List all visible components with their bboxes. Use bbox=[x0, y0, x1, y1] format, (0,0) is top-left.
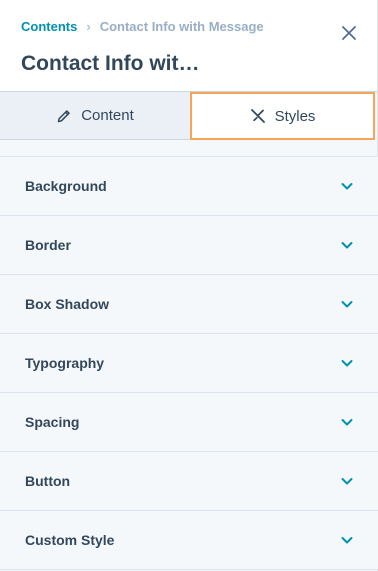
pencil-icon bbox=[56, 108, 72, 124]
section-label: Box Shadow bbox=[25, 296, 110, 312]
tab-styles[interactable]: Styles bbox=[190, 92, 375, 140]
breadcrumb: Contents › Contact Info with Message bbox=[21, 19, 264, 34]
editor-tabs: Content Styles bbox=[0, 92, 378, 140]
breadcrumb-separator: › bbox=[86, 19, 91, 34]
panel-header: Contents › Contact Info with Message Con… bbox=[0, 0, 377, 92]
section-label: Spacing bbox=[25, 414, 80, 430]
section-background[interactable]: Background bbox=[0, 157, 378, 216]
section-border[interactable]: Border bbox=[0, 216, 378, 275]
section-label: Button bbox=[25, 473, 71, 489]
chevron-down-icon bbox=[340, 533, 354, 547]
brush-icon bbox=[250, 108, 266, 124]
style-sections-list: Background Border Box Shadow Typography … bbox=[0, 156, 378, 570]
section-label: Border bbox=[25, 237, 71, 253]
tab-content[interactable]: Content bbox=[0, 92, 190, 140]
section-button[interactable]: Button bbox=[0, 452, 378, 511]
section-label: Background bbox=[25, 178, 107, 194]
tab-content-label: Content bbox=[81, 107, 134, 124]
breadcrumb-contents-link[interactable]: Contents bbox=[21, 19, 77, 34]
close-button[interactable] bbox=[340, 24, 358, 42]
close-icon bbox=[342, 26, 356, 40]
tab-styles-label: Styles bbox=[274, 107, 316, 125]
chevron-down-icon bbox=[340, 474, 354, 488]
chevron-down-icon bbox=[340, 238, 354, 252]
section-box-shadow[interactable]: Box Shadow bbox=[0, 275, 378, 334]
breadcrumb-current: Contact Info with Message bbox=[99, 19, 264, 34]
section-label: Typography bbox=[25, 355, 105, 371]
section-label: Custom Style bbox=[25, 532, 115, 548]
chevron-down-icon bbox=[340, 415, 354, 429]
chevron-down-icon bbox=[340, 297, 354, 311]
section-typography[interactable]: Typography bbox=[0, 334, 378, 393]
section-custom-style[interactable]: Custom Style bbox=[0, 511, 378, 570]
style-editor-panel: Contents › Contact Info with Message Con… bbox=[0, 0, 378, 571]
section-spacing[interactable]: Spacing bbox=[0, 393, 378, 452]
chevron-down-icon bbox=[340, 179, 354, 193]
chevron-down-icon bbox=[340, 356, 354, 370]
page-title: Contact Info wit… bbox=[21, 52, 200, 75]
